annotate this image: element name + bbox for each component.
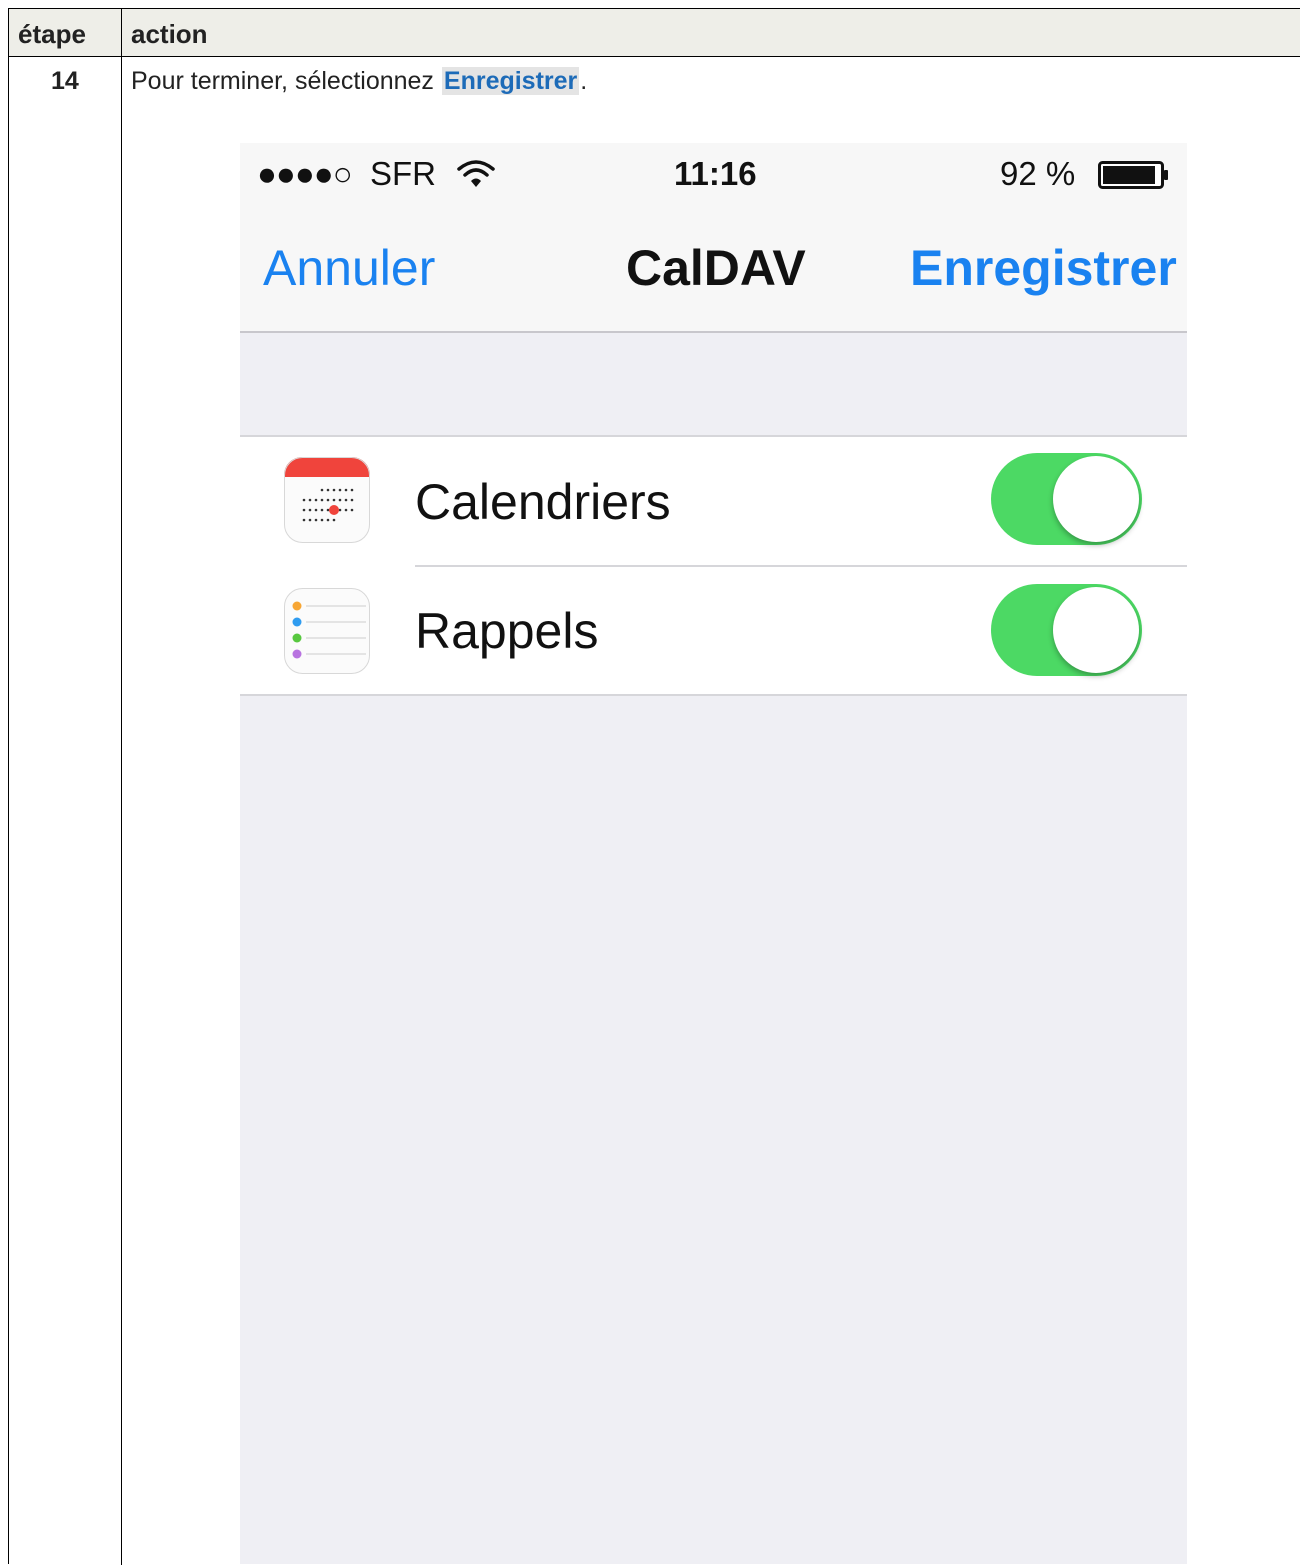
column-divider	[121, 9, 122, 1565]
calendars-toggle-knob	[1053, 456, 1139, 542]
cancel-button[interactable]: Annuler	[263, 239, 435, 297]
instruction-prefix: Pour terminer, sélectionnez	[131, 67, 441, 95]
reminders-label: Rappels	[415, 603, 599, 659]
list-item-calendars: Calendriers	[240, 437, 1187, 567]
calendar-icon	[284, 457, 370, 543]
save-button[interactable]: Enregistrer	[910, 239, 1177, 297]
reminders-icon	[284, 588, 370, 674]
calendars-toggle[interactable]	[991, 453, 1142, 545]
header-step: étape	[18, 19, 86, 49]
battery-icon	[1098, 161, 1168, 189]
nav-title: CalDAV	[626, 240, 806, 296]
step-number: 14	[51, 67, 79, 95]
reminders-toggle[interactable]	[991, 584, 1142, 676]
header-action: action	[131, 19, 208, 49]
top-bar: ●●●●○ SFR 11:16 92 % Annuler CalDAV Enre…	[240, 143, 1187, 333]
settings-group: Calendriers Rappels	[240, 435, 1187, 696]
carrier-name: SFR	[370, 155, 436, 192]
wifi-icon	[457, 160, 495, 187]
table-header-row: étape action	[9, 9, 1300, 57]
reminders-toggle-knob	[1053, 587, 1139, 673]
status-time: 11:16	[674, 155, 757, 192]
instruction-text: Pour terminer, sélectionnez Enregistrer.	[131, 67, 587, 96]
calendars-label: Calendriers	[415, 474, 671, 530]
signal-strength: ●●●●○	[257, 155, 353, 192]
phone-screenshot: ●●●●○ SFR 11:16 92 % Annuler CalDAV Enre…	[240, 143, 1187, 1564]
list-item-reminders: Rappels	[240, 566, 1187, 695]
instruction-highlight: Enregistrer	[441, 67, 580, 95]
instruction-suffix: .	[580, 67, 588, 95]
battery-percentage: 92 %	[1000, 155, 1076, 192]
